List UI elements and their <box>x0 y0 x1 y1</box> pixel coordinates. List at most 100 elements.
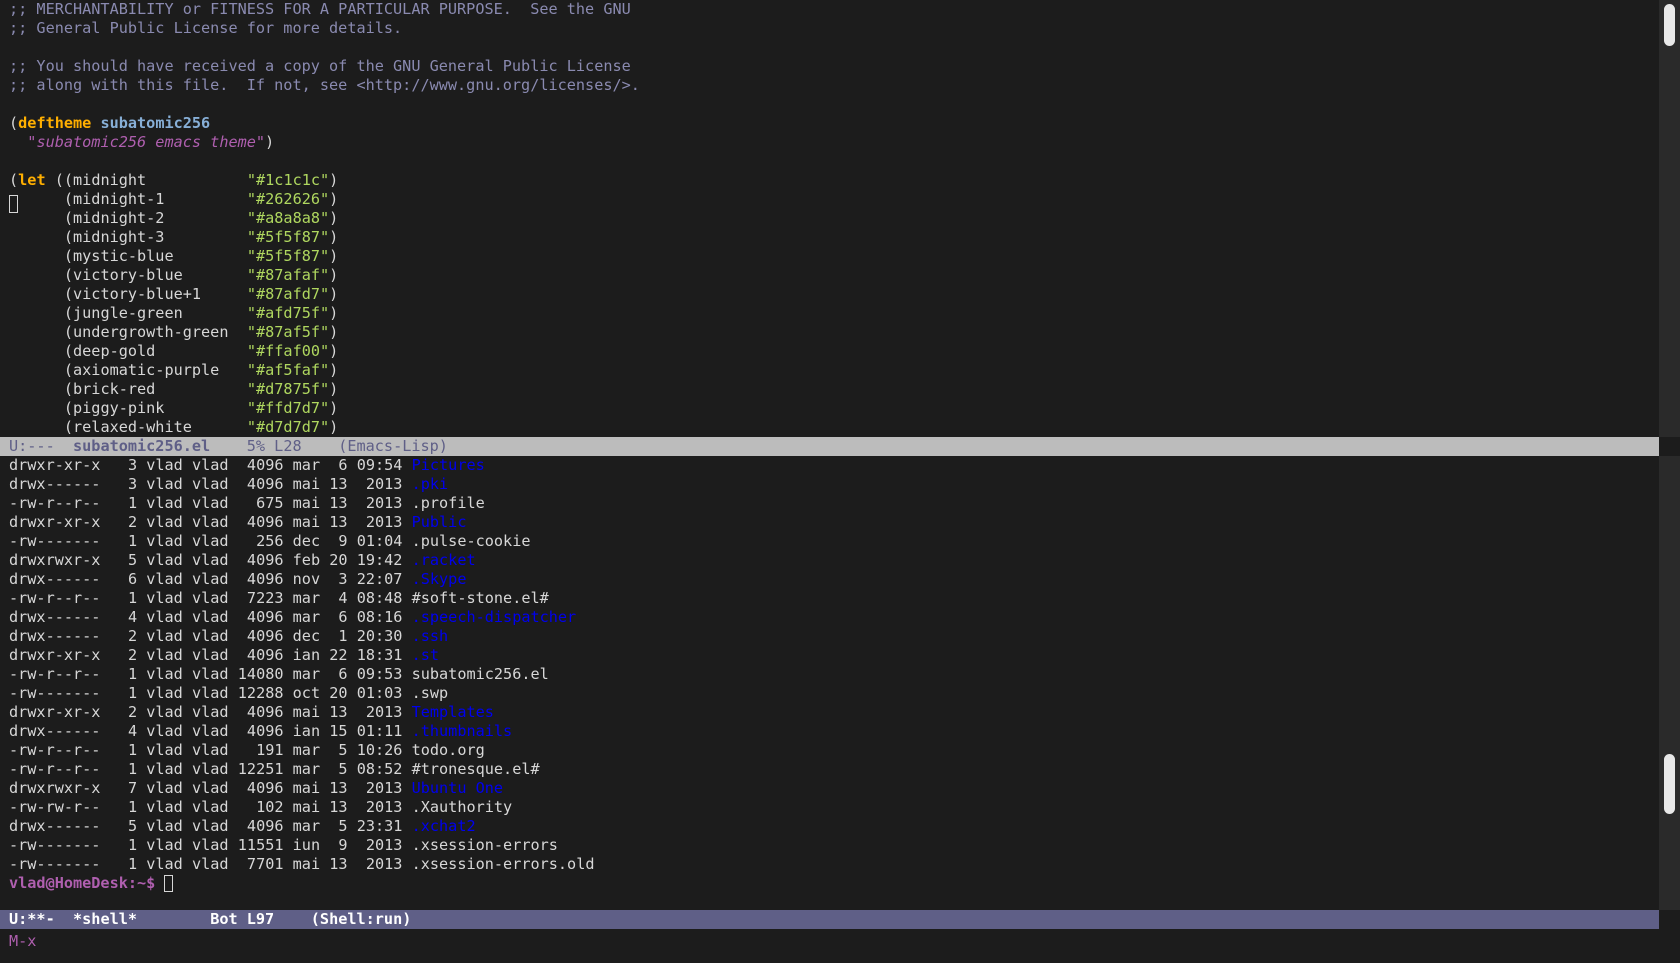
file-group: vlad <box>192 703 229 721</box>
theme-name: subatomic256 <box>100 114 211 132</box>
file-day: 3 <box>338 570 348 588</box>
file-size: 102 <box>256 798 284 816</box>
color-binding-line: (brick-red "#d7875f") <box>9 380 339 398</box>
link-count: 3 <box>127 475 138 493</box>
modeline-inactive[interactable]: U:--- subatomic256.el 5% L28 (Emacs-Lisp… <box>0 437 1659 456</box>
file-group: vlad <box>192 760 229 778</box>
file-owner: vlad <box>146 665 183 683</box>
file-day: 13 <box>329 855 348 873</box>
file-name[interactable]: .profile <box>412 494 485 512</box>
file-group: vlad <box>192 836 229 854</box>
file-month: mai <box>292 703 321 721</box>
color-value: "#87afd7" <box>246 285 330 303</box>
directory-name[interactable]: .st <box>412 646 439 664</box>
file-month: ian <box>292 646 321 664</box>
ls-listing: drwxr-xr-x 3 vlad vlad 4096 mar 6 09:54 … <box>0 456 1659 874</box>
file-time: 2013 <box>365 855 403 873</box>
directory-name[interactable]: Templates <box>412 703 494 721</box>
directory-name[interactable]: Ubuntu One <box>412 779 503 797</box>
file-permissions: drwx------ <box>9 817 101 835</box>
deftheme-keyword: deftheme <box>18 114 92 132</box>
directory-name[interactable]: .ssh <box>412 627 449 645</box>
shell-pane[interactable]: drwxr-xr-x 3 vlad vlad 4096 mar 6 09:54 … <box>0 456 1659 910</box>
file-day: 9 <box>338 532 348 550</box>
bottom-pane-scrollbar[interactable] <box>1659 456 1680 910</box>
file-size: 12288 <box>237 684 284 702</box>
file-name[interactable]: .swp <box>412 684 449 702</box>
ls-row: -rw-r--r-- 1 vlad vlad 7223 mar 4 08:48 … <box>0 589 1659 608</box>
file-group: vlad <box>192 475 229 493</box>
ls-row: -rw-r--r-- 1 vlad vlad 675 mai 13 2013 .… <box>0 494 1659 513</box>
color-binding-line: (mystic-blue "#5f5f87") <box>9 247 339 265</box>
modeline-buffer-name: *shell* <box>73 910 138 928</box>
file-name[interactable]: #tronesque.el# <box>412 760 540 778</box>
file-name[interactable]: .xsession-errors.old <box>412 855 595 873</box>
color-name: brick-red <box>73 380 156 398</box>
color-value: "#ffaf00" <box>246 342 330 360</box>
file-permissions: -rw------- <box>9 836 101 854</box>
ls-row: -rw-r--r-- 1 vlad vlad 14080 mar 6 09:53… <box>0 665 1659 684</box>
elisp-editor-pane[interactable]: ;; MERCHANTABILITY or FITNESS FOR A PART… <box>0 0 1659 437</box>
file-name[interactable]: #soft-stone.el# <box>412 589 549 607</box>
file-name[interactable]: subatomic256.el <box>412 665 549 683</box>
color-value: "#ffd7d7" <box>246 399 330 417</box>
directory-name[interactable]: .Skype <box>412 570 467 588</box>
directory-name[interactable]: .speech-dispatcher <box>412 608 577 626</box>
file-size: 4096 <box>246 513 284 531</box>
ls-row: drwx------ 3 vlad vlad 4096 mai 13 2013 … <box>0 475 1659 494</box>
directory-name[interactable]: Pictures <box>412 456 485 474</box>
file-size: 191 <box>256 741 284 759</box>
file-name[interactable]: .Xauthority <box>412 798 513 816</box>
ls-row: -rw------- 1 vlad vlad 7701 mai 13 2013 … <box>0 855 1659 874</box>
file-day: 5 <box>338 760 348 778</box>
color-value: "#d7d7d7" <box>246 418 330 436</box>
minibuffer[interactable]: M-x <box>0 932 36 951</box>
link-count: 1 <box>127 532 138 550</box>
ls-row: drwxrwxr-x 7 vlad vlad 4096 mai 13 2013 … <box>0 779 1659 798</box>
file-month: ian <box>292 722 321 740</box>
link-count: 1 <box>127 760 138 778</box>
top-pane-scrollbar[interactable] <box>1659 0 1680 437</box>
file-permissions: -rw-r--r-- <box>9 494 101 512</box>
ls-row: -rw------- 1 vlad vlad 256 dec 9 01:04 .… <box>0 532 1659 551</box>
file-group: vlad <box>192 627 229 645</box>
file-time: 19:42 <box>356 551 403 569</box>
file-name[interactable]: todo.org <box>412 741 485 759</box>
comment-line: ;; MERCHANTABILITY or FITNESS FOR A PART… <box>9 0 631 18</box>
file-day: 15 <box>329 722 348 740</box>
color-binding-line: (midnight-1 "#262626") <box>9 190 339 208</box>
color-value: "#87af5f" <box>246 323 330 341</box>
bottom-scrollbar-thumb[interactable] <box>1664 754 1675 814</box>
file-day: 5 <box>338 817 348 835</box>
file-group: vlad <box>192 456 229 474</box>
file-time: 08:16 <box>356 608 403 626</box>
file-name[interactable]: .pulse-cookie <box>412 532 531 550</box>
directory-name[interactable]: .thumbnails <box>412 722 513 740</box>
file-owner: vlad <box>146 532 183 550</box>
file-group: vlad <box>192 722 229 740</box>
color-binding-line: (axiomatic-purple "#af5faf") <box>9 361 339 379</box>
file-group: vlad <box>192 741 229 759</box>
file-day: 1 <box>338 627 348 645</box>
file-owner: vlad <box>146 551 183 569</box>
directory-name[interactable]: .racket <box>412 551 476 569</box>
file-day: 13 <box>329 475 348 493</box>
directory-name[interactable]: .pki <box>412 475 449 493</box>
file-group: vlad <box>192 589 229 607</box>
link-count: 2 <box>127 703 138 721</box>
file-month: mai <box>292 779 321 797</box>
file-name[interactable]: .xsession-errors <box>412 836 558 854</box>
modeline-active[interactable]: U:**- *shell* Bot L97 (Shell:run) <box>0 910 1659 929</box>
file-size: 4096 <box>246 817 284 835</box>
directory-name[interactable]: .xchat2 <box>412 817 476 835</box>
file-time: 2013 <box>365 513 403 531</box>
file-time: 08:48 <box>356 589 403 607</box>
top-scrollbar-thumb[interactable] <box>1664 4 1675 46</box>
shell-prompt-line[interactable]: vlad@HomeDesk:~$ <box>0 874 1659 893</box>
color-binding-line: (midnight-2 "#a8a8a8") <box>9 209 339 227</box>
directory-name[interactable]: Public <box>412 513 467 531</box>
link-count: 1 <box>127 589 138 607</box>
file-permissions: -rw-rw-r-- <box>9 798 101 816</box>
